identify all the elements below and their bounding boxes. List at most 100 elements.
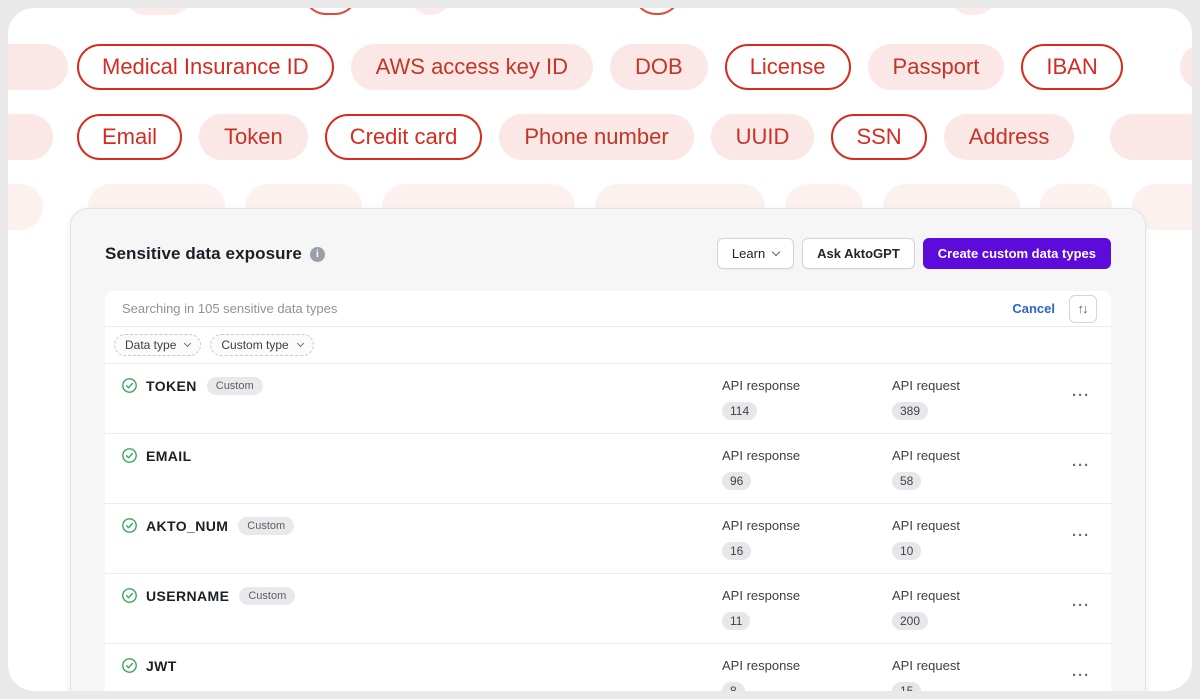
api-request-cell: API request 15 (892, 644, 1062, 691)
row-overflow-menu[interactable]: ··· (1062, 434, 1111, 503)
page-title: Sensitive data exposure (105, 244, 302, 264)
check-circle-icon (122, 448, 137, 463)
learn-button-label: Learn (732, 246, 765, 261)
data-type-name: USERNAME (146, 588, 229, 604)
api-request-label: API request (892, 448, 1062, 464)
decorative-pill (8, 184, 43, 230)
table-row-token[interactable]: TOKEN Custom API response 114 API reques… (105, 364, 1111, 434)
search-status-text: Searching in 105 sensitive data types (122, 301, 1012, 316)
api-request-count: 10 (892, 542, 921, 560)
card-actions: Learn Ask AktoGPT Create custom data typ… (717, 238, 1111, 269)
api-request-cell: API request 389 (892, 364, 1062, 433)
row-main-cell: JWT (105, 644, 722, 691)
check-circle-icon (122, 588, 137, 603)
custom-badge: Custom (207, 377, 263, 395)
table-row-akto-num[interactable]: AKTO_NUM Custom API response 16 API requ… (105, 504, 1111, 574)
tag-credit-card[interactable]: Credit card (325, 114, 483, 160)
tag-dob[interactable]: DOB (610, 44, 708, 90)
card-title-wrap: Sensitive data exposure i (105, 244, 325, 264)
api-response-count: 11 (722, 612, 750, 630)
data-type-name: JWT (146, 658, 177, 674)
custom-badge: Custom (238, 517, 294, 535)
table-row-username[interactable]: USERNAME Custom API response 11 API requ… (105, 574, 1111, 644)
custom-badge: Custom (239, 587, 295, 605)
tag-label: Token (224, 124, 283, 150)
tag-license[interactable]: License (725, 44, 851, 90)
api-response-cell: API response 8 (722, 644, 892, 691)
api-request-count: 200 (892, 612, 928, 630)
decorative-pill (1110, 114, 1192, 160)
filter-chip-custom-type[interactable]: Custom type (210, 334, 313, 356)
table-row-jwt[interactable]: JWT API response 8 API request 15 ··· (105, 644, 1111, 691)
api-response-label: API response (722, 518, 892, 534)
data-type-name: AKTO_NUM (146, 518, 228, 534)
api-request-count: 15 (892, 682, 921, 691)
tag-uuid[interactable]: UUID (711, 114, 815, 160)
tag-phone-number[interactable]: Phone number (499, 114, 693, 160)
api-response-cell: API response 16 (722, 504, 892, 573)
tag-medical-insurance-id[interactable]: Medical Insurance ID (77, 44, 334, 90)
decorative-pill (8, 44, 68, 90)
ask-aktogpt-button[interactable]: Ask AktoGPT (802, 238, 915, 269)
tag-email[interactable]: Email (77, 114, 182, 160)
row-main-cell: USERNAME Custom (105, 574, 722, 643)
row-overflow-menu[interactable]: ··· (1062, 364, 1111, 433)
page-content: Medical Insurance ID AWS access key ID D… (8, 8, 1192, 691)
tag-passport[interactable]: Passport (868, 44, 1005, 90)
row-overflow-menu[interactable]: ··· (1062, 644, 1111, 691)
tag-ssn[interactable]: SSN (831, 114, 926, 160)
card-header: Sensitive data exposure i Learn Ask Akto… (71, 209, 1145, 269)
learn-button[interactable]: Learn (717, 238, 794, 269)
tag-address[interactable]: Address (944, 114, 1075, 160)
tag-label: License (750, 54, 826, 80)
api-response-label: API response (722, 448, 892, 464)
filter-chip-label: Data type (125, 338, 176, 352)
api-request-label: API request (892, 588, 1062, 604)
sort-button[interactable]: ↑↓ (1069, 295, 1097, 323)
decorative-pill (303, 8, 358, 15)
tag-label: AWS access key ID (376, 54, 568, 80)
cancel-button[interactable]: Cancel (1012, 301, 1055, 316)
decorative-pill (633, 8, 681, 15)
data-types-panel: Searching in 105 sensitive data types Ca… (105, 291, 1111, 691)
table-row-email[interactable]: EMAIL API response 96 API request 58 ··· (105, 434, 1111, 504)
api-request-count: 58 (892, 472, 921, 490)
tag-token[interactable]: Token (199, 114, 308, 160)
row-overflow-menu[interactable]: ··· (1062, 504, 1111, 573)
create-custom-data-types-button[interactable]: Create custom data types (923, 238, 1111, 269)
api-request-label: API request (892, 658, 1062, 674)
overflow-dots-icon: ··· (1072, 527, 1090, 544)
api-response-count: 114 (722, 402, 757, 420)
tag-label: Medical Insurance ID (102, 54, 309, 80)
tag-label: Passport (893, 54, 980, 80)
tag-iban[interactable]: IBAN (1021, 44, 1122, 90)
decorative-pill (948, 8, 998, 15)
data-type-name: EMAIL (146, 448, 192, 464)
tag-aws-access-key-id[interactable]: AWS access key ID (351, 44, 593, 90)
api-response-count: 96 (722, 472, 751, 490)
overflow-dots-icon: ··· (1072, 597, 1090, 614)
api-request-cell: API request 10 (892, 504, 1062, 573)
check-circle-icon (122, 518, 137, 533)
tag-label: IBAN (1046, 54, 1097, 80)
api-response-label: API response (722, 588, 892, 604)
decorative-pill (123, 8, 193, 15)
filter-chip-label: Custom type (221, 338, 288, 352)
sort-icon: ↑↓ (1078, 301, 1087, 316)
api-response-cell: API response 11 (722, 574, 892, 643)
info-icon[interactable]: i (310, 247, 325, 262)
tag-label: DOB (635, 54, 683, 80)
row-overflow-menu[interactable]: ··· (1062, 574, 1111, 643)
chevron-down-icon (297, 340, 304, 347)
api-response-label: API response (722, 658, 892, 674)
filter-chip-data-type[interactable]: Data type (114, 334, 201, 356)
chevron-down-icon (184, 340, 191, 347)
api-response-count: 8 (722, 682, 745, 691)
sensitive-data-card: Sensitive data exposure i Learn Ask Akto… (70, 208, 1146, 691)
tag-label: Phone number (524, 124, 668, 150)
overflow-dots-icon: ··· (1072, 457, 1090, 474)
ask-aktogpt-label: Ask AktoGPT (817, 246, 900, 261)
api-request-cell: API request 200 (892, 574, 1062, 643)
api-response-count: 16 (722, 542, 751, 560)
check-circle-icon (122, 378, 137, 393)
